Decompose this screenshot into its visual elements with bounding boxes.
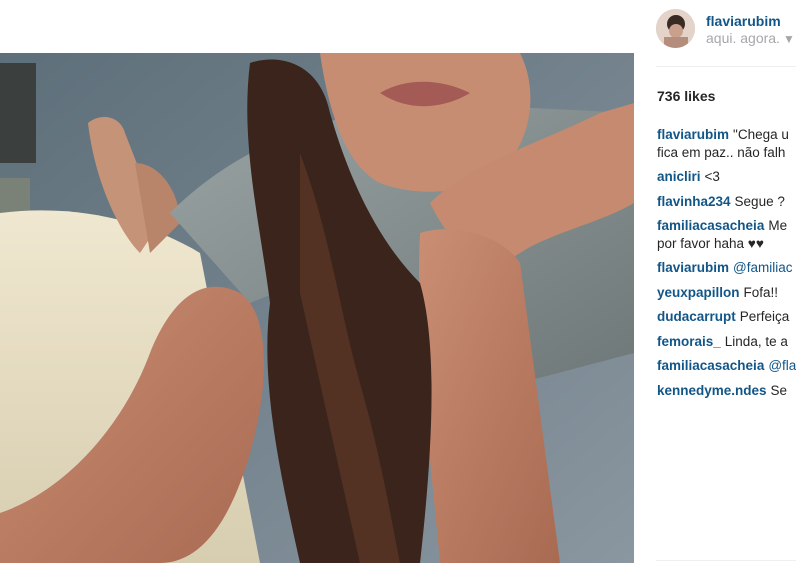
comment-username[interactable]: yeuxpapillon [657,285,740,300]
comment-text: Perfeiça [739,309,790,324]
post-photo[interactable] [0,53,634,563]
comment-username[interactable]: kennedyme.ndes [657,383,767,398]
divider [656,560,796,561]
comment-mention[interactable]: @fla [768,358,796,373]
comment: anicliri <3 [657,168,796,186]
post-sidebar: flaviarubim aqui. agora. ▼ 736 likes flav… [634,0,796,567]
comment-username[interactable]: familiacasacheia [657,358,764,373]
comment-username[interactable]: familiacasacheia [657,218,764,233]
comment-text: Linda, te a [724,333,788,349]
comment-text: Segue ? [734,193,785,209]
comment: kennedyme.ndes Se [657,382,796,400]
comment-text-continued: por favor haha ♥♥ [657,235,764,251]
comment-username[interactable]: flaviarubim [657,127,729,142]
likes-count[interactable]: 736 likes [657,88,715,104]
divider [656,66,796,67]
comment-text: Se [770,382,788,398]
comment: femorais_ Linda, te a [657,333,796,351]
location-label: aqui. agora. [706,30,780,46]
comment: familiacasacheia @fla [657,357,796,375]
comment-username[interactable]: dudacarrupt [657,309,736,324]
comment-mention[interactable]: @familiac [733,260,792,275]
comment: dudacarrupt Perfeiça [657,308,796,326]
comment: flavinha234 Segue ? [657,193,796,211]
comment: flaviarubim @familiac [657,259,796,277]
location-pin-icon: ▼ [782,32,795,46]
author-location[interactable]: aqui. agora. ▼ [706,30,795,46]
comment-username[interactable]: femorais_ [657,334,721,349]
author-username[interactable]: flaviarubim [706,13,781,29]
comment: yeuxpapillon Fofa!! [657,284,796,302]
comment-text: Me [768,218,788,233]
comment-text: Fofa!! [743,284,779,300]
comment: familiacasacheia Me por favor haha ♥♥ [657,217,796,252]
comment-username[interactable]: flaviarubim [657,260,729,275]
comment-text: <3 [704,169,720,184]
comment-list: flaviarubim "Chega u fica em paz.. não fa… [657,126,796,406]
comment-text-continued: fica em paz.. não falh [657,144,786,160]
avatar[interactable] [656,9,695,48]
comment-text: "Chega u [733,127,789,142]
post-author-header: flaviarubim aqui. agora. ▼ [656,9,796,49]
comment: flaviarubim "Chega u fica em paz.. não fa… [657,126,796,161]
comment-username[interactable]: flavinha234 [657,194,731,209]
comment-username[interactable]: anicliri [657,169,701,184]
